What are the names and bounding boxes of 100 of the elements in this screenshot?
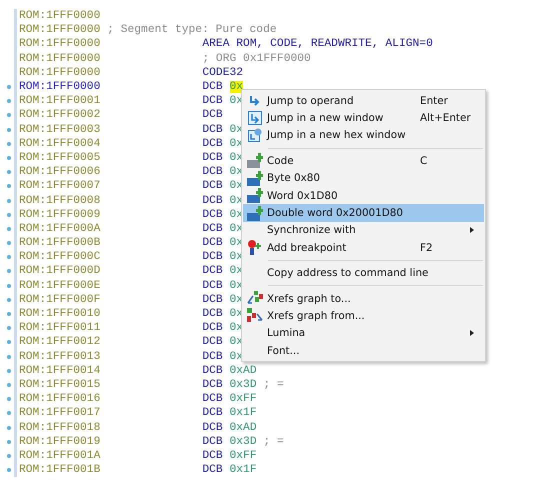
menu-item[interactable]: Add breakpoint F2 [243,239,484,257]
data-block-icon [247,206,263,221]
operand-text: 0x3D [230,436,257,448]
menu-item[interactable]: Code C [243,152,484,170]
arrow-icon [249,95,261,106]
operand-text: 0xAD [230,364,257,377]
mnemonic-text: DCB [202,265,223,278]
mnemonic-text: DCB [202,222,223,235]
address-label: ROM:1FFF0006 [19,166,100,178]
shortcut-text: C [420,154,428,167]
mnemonic-text: DCB [202,336,223,348]
comment-text: ; ORG 0x1FFF0000 [202,52,311,65]
menu-item[interactable]: Jump in a new hex window [243,126,484,144]
address-label: ROM:1FFF0010 [19,308,100,320]
address-label: ROM:1FFF0000 [19,38,100,50]
mnemonic-text: DCB [202,450,223,462]
address-label: ROM:1FFF001B [19,464,100,476]
address-label: ROM:1FFF000F [19,294,100,306]
address-label: ROM:1FFF0018 [19,422,100,434]
breakpoint-icon [247,240,263,256]
menu-item[interactable]: Lumina [243,324,484,342]
code-block-icon [247,153,263,168]
window-arrow-icon [248,111,262,126]
comment-text: ; = [263,378,284,391]
address-label: ROM:1FFF0012 [19,336,100,348]
address-label: ROM:1FFF0015 [19,378,100,391]
menu-item[interactable]: Word 0x1D80 [243,186,484,204]
address-label: ROM:1FFF0019 [19,436,100,448]
menu-item[interactable]: Xrefs graph from... [243,307,484,325]
address-label: ROM:1FFF000E [19,280,100,292]
comment-text: ; Segment type: Pure code [107,24,277,36]
mnemonic-text: DCB [202,124,223,136]
mnemonic-text: DCB [202,237,223,250]
address-label: ROM:1FFF0000 [19,10,100,22]
menu-item[interactable]: Font... [243,342,484,360]
mnemonic-text: DCB [202,138,223,150]
hex-window-icon [248,128,262,142]
mnemonic-text: DCB [202,251,223,264]
mnemonic-text: DCB [202,464,223,476]
directive-text: AREA ROM, CODE, READWRITE, ALIGN=0 [202,38,433,50]
operand-text: 0x1F [230,407,257,420]
mnemonic-text: DCB [202,422,223,434]
address-label: ROM:1FFF000A [19,222,100,235]
mnemonic-text: DCB [202,194,223,207]
menu-item[interactable]: Copy address to command line [243,264,484,282]
address-label: ROM:1FFF0002 [19,109,100,122]
menu-item[interactable]: Double word 0x20001D80 [243,204,484,222]
graph-icon [247,291,263,306]
operand-text: 0xFF [230,393,257,406]
mnemonic-text: DCB [202,436,223,448]
mnemonic-text: DCB [202,280,223,292]
mnemonic-text: DCB [202,322,223,334]
mnemonic-text: DCB [202,109,223,122]
mnemonic-text: DCB [202,350,223,363]
address-label: ROM:1FFF0013 [19,350,100,363]
mnemonic-text: DCB [202,208,223,221]
operand-text: 0xAD [230,422,257,434]
menu-item[interactable]: Synchronize with [243,222,484,240]
shortcut-text: Alt+Enter [420,112,472,124]
address-label: ROM:1FFF0000 [19,24,100,36]
mnemonic-text: DCB [202,407,223,420]
mnemonic-text: DCB [202,393,223,406]
address-label: ROM:1FFF0000 [19,81,100,94]
data-block-icon [247,188,263,204]
mnemonic-text: DCB [202,152,223,164]
shortcut-text: F2 [420,242,434,254]
mnemonic-text: DCB [202,294,223,306]
address-label: ROM:1FFF0009 [19,208,100,221]
directive-text: CODE32 [202,66,244,79]
address-label: ROM:1FFF000C [19,251,100,264]
mnemonic-text: DCB [202,364,223,377]
address-label: ROM:1FFF0014 [19,364,100,377]
address-label: ROM:1FFF0000 [19,52,100,65]
data-block-icon [247,170,263,186]
graph-icon [247,308,263,324]
address-label: ROM:1FFF0001 [19,95,100,108]
address-label: ROM:1FFF0000 [19,66,100,79]
address-label: ROM:1FFF0003 [19,124,100,136]
shortcut-text: Enter [420,94,449,107]
address-label: ROM:1FFF0011 [19,322,100,334]
mnemonic-text: DCB [202,308,223,320]
menu-item[interactable]: Byte 0x80 [243,170,484,187]
address-label: ROM:1FFF0004 [19,138,100,150]
mnemonic-text: DCB [202,81,223,94]
operand-text: 0xFF [230,450,257,462]
operand-text: 0x [230,81,244,94]
menu-item[interactable]: Xrefs graph to... [243,290,484,308]
mnemonic-text: DCB [202,378,223,391]
address-label: ROM:1FFF000B [19,237,100,250]
address-label: ROM:1FFF0016 [19,393,100,406]
comment-text: ; = [263,436,284,448]
menu-item[interactable]: Jump to operand Enter [243,92,484,110]
menu-item[interactable]: Jump in a new window Alt+Enter [243,109,484,127]
address-label: ROM:1FFF0008 [19,194,100,207]
mnemonic-text: DCB [202,180,223,192]
operand-text: 0x1F [230,464,257,476]
address-label: ROM:1FFF0017 [19,407,100,420]
address-label: ROM:1FFF0007 [19,180,100,192]
operand-text: 0x3D [230,378,257,391]
address-label: ROM:1FFF0005 [19,152,100,164]
